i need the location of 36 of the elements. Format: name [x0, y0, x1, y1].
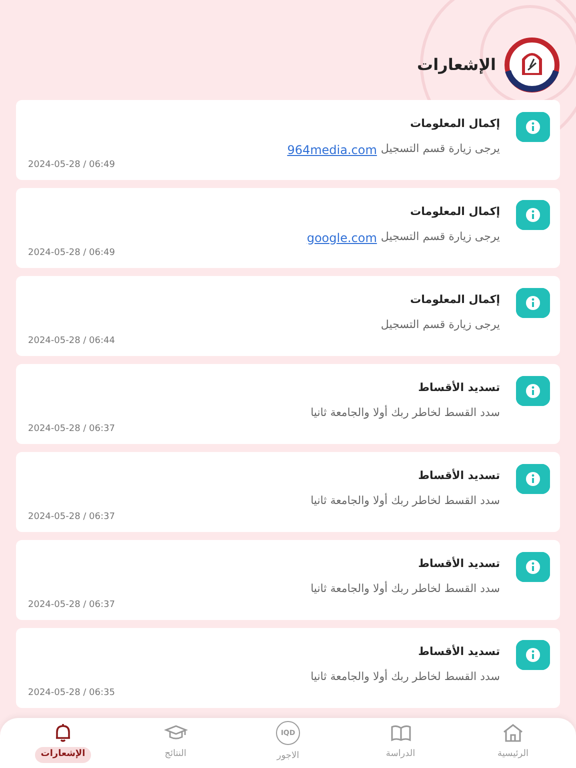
info-icon — [516, 640, 550, 670]
notification-message: يرجى زيارة قسم التسجيل — [380, 229, 500, 246]
info-icon — [516, 200, 550, 230]
info-icon — [516, 376, 550, 406]
notification-time: 2024-05-28 / 06:49 — [28, 246, 115, 260]
notification-title: إكمال المعلومات — [409, 204, 500, 220]
info-icon — [516, 464, 550, 494]
home-icon — [502, 723, 524, 744]
university-logo — [504, 37, 560, 93]
notification-title: إكمال المعلومات — [409, 292, 500, 308]
notification-time: 2024-05-28 / 06:37 — [28, 598, 115, 612]
notification-link[interactable]: google.com — [306, 228, 377, 246]
notification-time: 2024-05-28 / 06:37 — [28, 422, 115, 436]
notification-title: تسديد الأقساط — [417, 644, 500, 660]
notification-message: سدد القسط لخاطر ربك أولا والجامعة ثانيا — [310, 668, 500, 685]
notification-link[interactable]: 964media.com — [287, 140, 377, 158]
nav-tab[interactable]: الإشعارات — [8, 723, 118, 763]
notification-title: تسديد الأقساط — [417, 468, 500, 484]
notification-time: 2024-05-28 / 06:49 — [28, 158, 115, 172]
notification-title: تسديد الأقساط — [417, 556, 500, 572]
notification-title: تسديد الأقساط — [417, 380, 500, 396]
notification-time: 2024-05-28 / 06:35 — [28, 686, 115, 700]
page-title: الإشعارات — [417, 54, 496, 76]
notification-message: يرجى زيارة قسم التسجيل — [380, 316, 500, 333]
book-icon — [390, 723, 412, 744]
notification-title: إكمال المعلومات — [409, 116, 500, 132]
info-icon — [516, 552, 550, 582]
notification-time: 2024-05-28 / 06:37 — [28, 510, 115, 524]
notification-time: 2024-05-28 / 06:44 — [28, 334, 115, 348]
notification-message: سدد القسط لخاطر ربك أولا والجامعة ثانيا — [310, 492, 500, 509]
info-icon — [516, 288, 550, 318]
notification-message: سدد القسط لخاطر ربك أولا والجامعة ثانيا — [310, 580, 500, 597]
info-icon — [516, 112, 550, 142]
notification-message: يرجى زيارة قسم التسجيل — [380, 141, 500, 158]
notification-message: سدد القسط لخاطر ربك أولا والجامعة ثانيا — [310, 404, 500, 421]
bell-icon — [53, 723, 73, 744]
